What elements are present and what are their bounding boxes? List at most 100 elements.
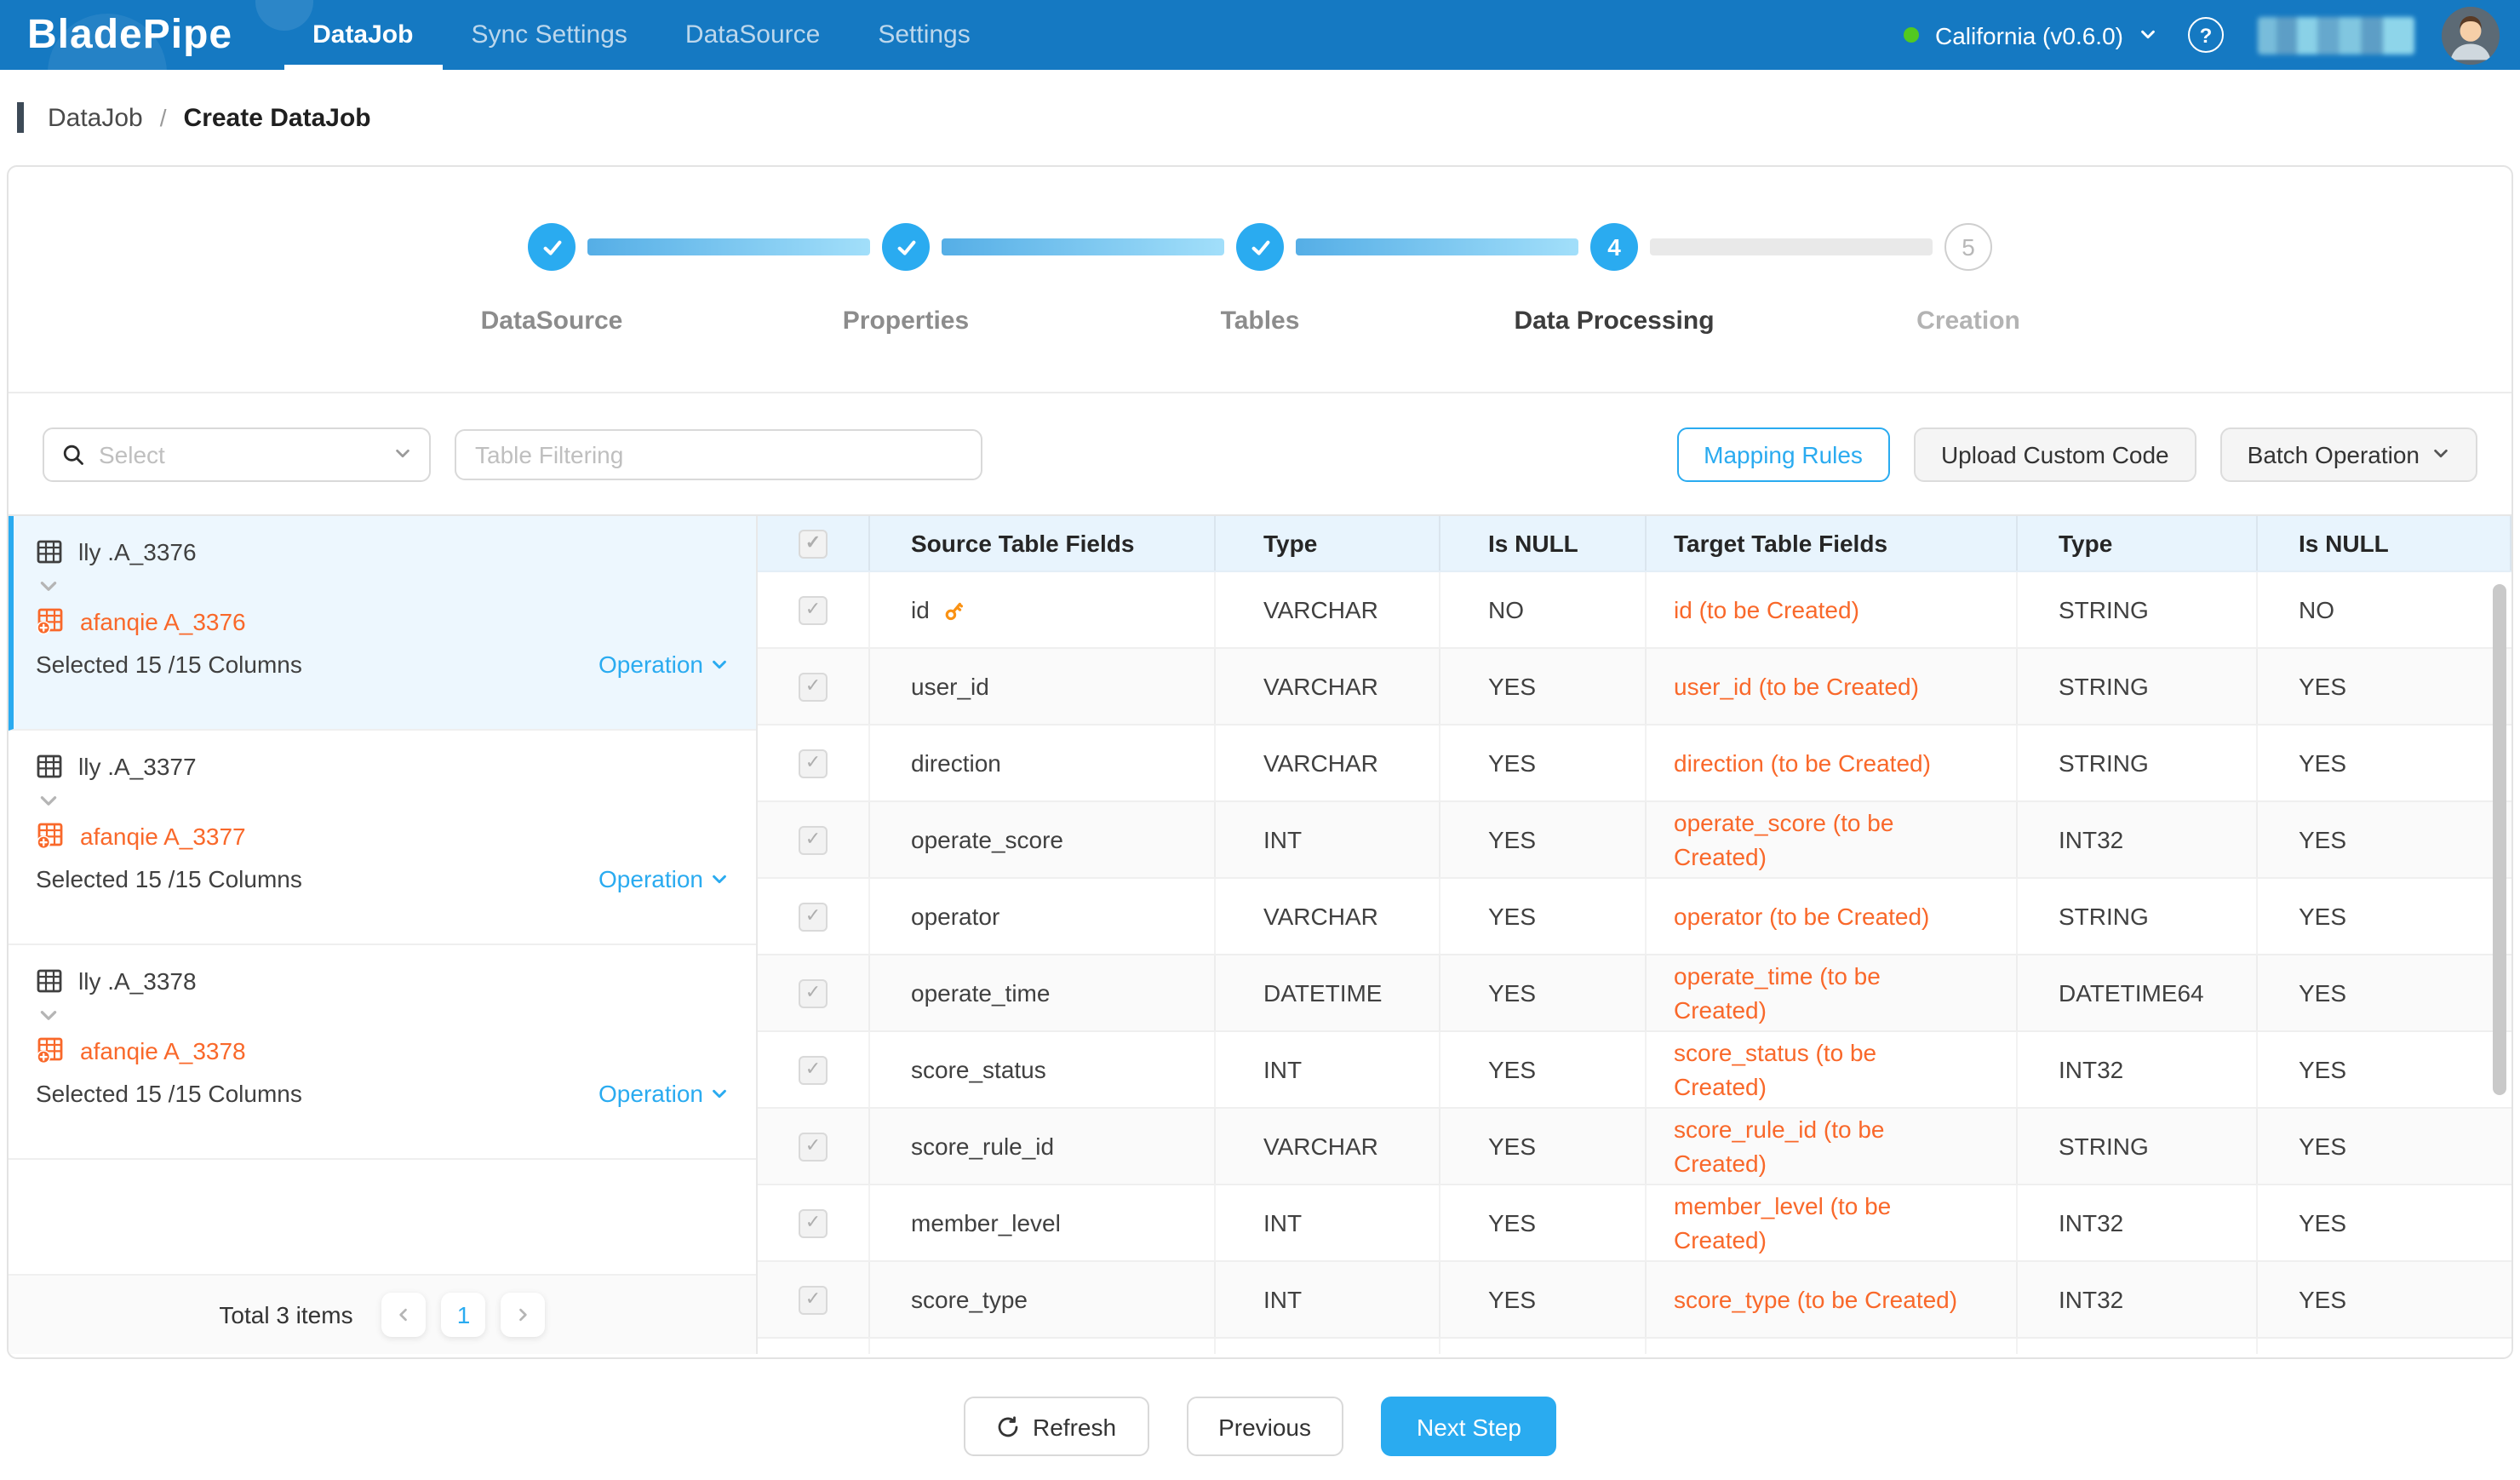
total-items-label: Total 3 items [219,1301,352,1328]
row-checkbox [799,1055,828,1084]
cell-source-field: user_id [870,649,1216,724]
username-redacted [2258,16,2414,54]
row-checkbox [799,1132,828,1161]
table-list-item-2[interactable]: lly .A_3377 afanqie A_3377 Selected 15 /… [9,731,756,945]
operation-link[interactable]: Operation [598,865,729,892]
step-check-icon [1236,223,1284,271]
table-list-panel: lly .A_3376 afanqie A_3376 Selected 15 /… [9,516,758,1354]
nav-item-datajob[interactable]: DataJob [284,0,442,70]
button-label: Next Step [1417,1413,1521,1440]
cell-source-null: YES [1440,1262,1647,1337]
refresh-icon [995,1414,1019,1438]
cell-source-type: INT [1216,1032,1440,1107]
operation-label: Operation [598,1080,703,1107]
step-number: 5 [1944,223,1992,271]
step-check-icon [528,223,576,271]
table-list-item-3[interactable]: lly .A_3378 afanqie A_3378 Selected 15 /… [9,945,756,1160]
chevron-left-icon [396,1306,413,1323]
nav-item-datasource[interactable]: DataSource [656,0,849,70]
avatar[interactable] [2442,6,2500,64]
upload-custom-code-button[interactable]: Upload Custom Code [1914,427,2196,481]
field-table-row: score_rule_id VARCHAR YES score_rule_id … [758,1109,2511,1185]
refresh-button[interactable]: Refresh [963,1397,1148,1456]
batch-operation-button[interactable]: Batch Operation [2220,427,2477,481]
map-chevron-down-icon [37,574,729,598]
step-datasource[interactable]: DataSource [375,223,729,392]
next-step-button[interactable]: Next Step [1381,1397,1557,1456]
chevron-down-icon [393,445,412,463]
source-field-name: direction [911,749,1001,777]
cell-target-null: YES [2258,879,2511,954]
table-filtering-input[interactable] [455,428,982,479]
source-field-name: operator [911,903,999,930]
list-pagination: Total 3 items 1 [9,1274,756,1354]
prev-page-button[interactable] [382,1293,427,1337]
button-label: Mapping Rules [1704,440,1863,468]
row-checkbox [799,1285,828,1314]
cell-target-field: member_level (to be Created) [1647,1185,2018,1260]
step-tables[interactable]: Tables [1083,223,1437,392]
field-table-row: operate_score INT YES operate_score (to … [758,802,2511,879]
chevron-down-icon [710,655,729,674]
step-label: Creation [1791,307,2145,336]
wizard-card: DataSource Properties Tables 4 Data Proc… [7,165,2513,1359]
cell-source-field: operator [870,879,1216,954]
step-properties[interactable]: Properties [729,223,1083,392]
select-placeholder: Select [99,440,380,468]
breadcrumb-parent[interactable]: DataJob [48,103,143,132]
row-checkbox-cell [758,1109,870,1184]
field-table-row: score_status INT YES score_status (to be… [758,1032,2511,1109]
partial-row [758,1339,2511,1354]
cell-target-type: INT32 [2018,1032,2258,1107]
logo[interactable]: BladePipe [0,0,232,70]
nav-right: California (v0.6.0) ? [1903,0,2520,70]
header-checkbox-cell [758,516,870,571]
field-table-header: Source Table Fields Type Is NULL Target … [758,516,2511,572]
source-field-name: operate_score [911,826,1063,853]
cell-source-type: VARCHAR [1216,649,1440,724]
main-menu: DataJob Sync Settings DataSource Setting… [284,0,999,70]
cell-source-field: operate_score [870,802,1216,877]
avatar-illustration [2442,6,2500,64]
toolbar: Select Mapping Rules Upload Custom Code … [9,393,2511,516]
mapping-rules-button[interactable]: Mapping Rules [1676,427,1890,481]
cell-target-null: YES [2258,1262,2511,1337]
cell-target-field: operate_time (to be Created) [1647,955,2018,1030]
step-data-processing: 4 Data Processing [1437,223,1791,392]
cell-target-field: score_type (to be Created) [1647,1262,2018,1337]
filter-type-select[interactable]: Select [43,427,431,481]
next-page-button[interactable] [501,1293,546,1337]
source-field-name: id [911,596,930,623]
header-source-type: Type [1216,516,1440,571]
operation-label: Operation [598,651,703,678]
vertical-scrollbar[interactable] [2493,584,2506,1095]
selected-columns-label: Selected 15 /15 Columns [36,1080,302,1107]
source-field-name: member_level [911,1209,1061,1236]
previous-button[interactable]: Previous [1186,1397,1343,1456]
table-list-item-1[interactable]: lly .A_3376 afanqie A_3376 Selected 15 /… [9,516,756,731]
chevron-down-icon [710,869,729,888]
cell-target-type: STRING [2018,879,2258,954]
step-label: Tables [1083,307,1437,336]
step-number: 4 [1590,223,1638,271]
cell-target-null: YES [2258,726,2511,800]
search-icon [61,442,85,466]
chevron-down-icon [2431,445,2450,463]
region-selector[interactable]: California (v0.6.0) [1935,21,2157,49]
button-label: Upload Custom Code [1941,440,2169,468]
help-icon[interactable]: ? [2188,17,2224,53]
breadcrumb-accent-bar [17,102,24,133]
help-glyph: ? [2200,23,2213,47]
cell-target-null: YES [2258,955,2511,1030]
cell-target-type: INT32 [2018,802,2258,877]
nav-item-settings[interactable]: Settings [849,0,999,70]
page-number-button[interactable]: 1 [442,1293,486,1337]
cell-target-type: STRING [2018,726,2258,800]
operation-link[interactable]: Operation [598,1080,729,1107]
cell-source-type: VARCHAR [1216,572,1440,647]
operation-link[interactable]: Operation [598,651,729,678]
nav-item-sync-settings[interactable]: Sync Settings [442,0,656,70]
cell-target-null: YES [2258,1185,2511,1260]
cell-source-field: score_type [870,1262,1216,1337]
target-table-name: afanqie A_3378 [80,1036,246,1064]
